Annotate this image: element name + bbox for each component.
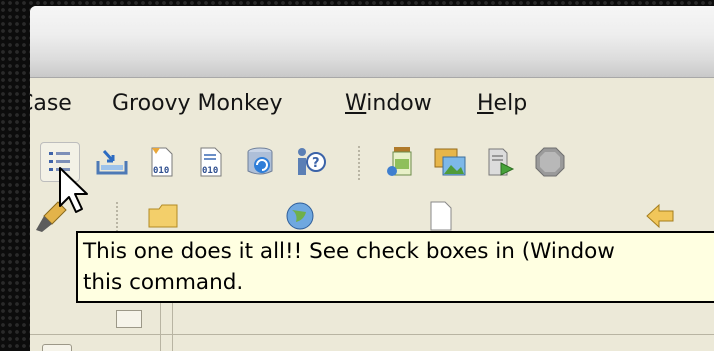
menu-bar: Case Groovy Monkey Window Help <box>30 78 714 130</box>
stop-icon <box>535 147 565 177</box>
mouse-pointer-icon <box>59 167 88 213</box>
back-arrow-button[interactable] <box>640 196 680 236</box>
refresh-database-icon <box>247 147 273 175</box>
jar-button[interactable] <box>382 142 422 182</box>
menu-item-case[interactable]: Case <box>30 91 72 116</box>
toolbar-separator <box>116 202 118 232</box>
binary-file-icon: 010 <box>151 147 173 177</box>
back-arrow-icon <box>646 203 674 229</box>
menu-item-help[interactable]: Help <box>477 91 527 116</box>
title-bar <box>30 6 714 78</box>
image-button[interactable] <box>430 142 470 182</box>
document-icon <box>430 201 452 231</box>
document-button[interactable] <box>420 196 460 236</box>
menu-item-window[interactable]: Window <box>345 91 432 116</box>
binary-file-2-button[interactable]: 010 <box>191 142 231 182</box>
jar-icon <box>387 147 412 176</box>
refresh-database-button[interactable] <box>240 142 280 182</box>
run-script-icon <box>488 148 515 176</box>
svg-text:010: 010 <box>153 166 169 176</box>
tooltip: This one does it all!! See check boxes i… <box>76 231 714 303</box>
import-button[interactable] <box>92 142 132 182</box>
menu-item-groovy-monkey[interactable]: Groovy Monkey <box>112 91 282 116</box>
folder-icon <box>148 204 178 228</box>
tooltip-line-1: This one does it all!! See check boxes i… <box>83 239 615 264</box>
help-info-icon: ? <box>298 148 326 175</box>
folder-button[interactable] <box>144 196 184 236</box>
run-script-button[interactable] <box>480 142 520 182</box>
view-tab[interactable] <box>42 344 72 351</box>
toolbar-separator <box>358 146 360 180</box>
help-info-button[interactable]: ? <box>290 142 330 182</box>
view-control[interactable] <box>116 310 142 328</box>
stop-button[interactable] <box>530 142 570 182</box>
pane-divider <box>30 334 714 335</box>
binary-file-button[interactable]: 010 <box>142 142 182 182</box>
globe-icon <box>286 202 314 230</box>
svg-text:010: 010 <box>202 166 218 176</box>
tooltip-line-2: this command. <box>83 270 244 295</box>
import-icon <box>96 149 128 175</box>
image-icon <box>434 148 466 176</box>
svg-text:?: ? <box>312 156 320 171</box>
main-toolbar: 010 010 ? <box>30 132 714 194</box>
binary-file-2-icon: 010 <box>200 147 222 177</box>
globe-button[interactable] <box>280 196 320 236</box>
